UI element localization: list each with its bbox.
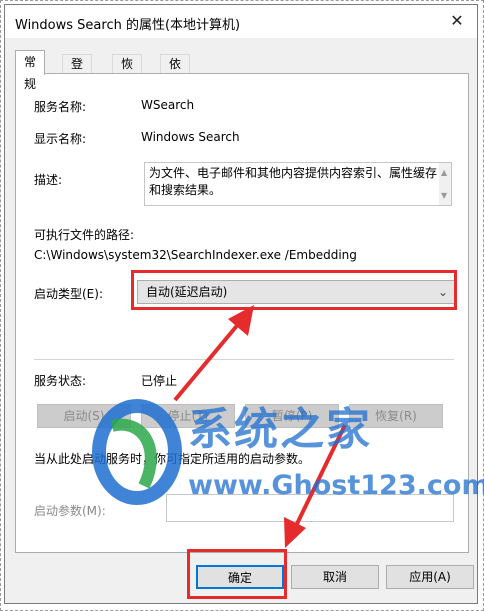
- watermark-logo-icon: [92, 399, 182, 505]
- tab-general[interactable]: 常规: [15, 50, 46, 91]
- watermark-brand: 系统之家: [188, 404, 372, 455]
- annotation-arrows: [173, 305, 347, 548]
- watermark-url: www.Ghost123.com: [188, 470, 484, 501]
- arrow-to-startup-type: [173, 305, 254, 402]
